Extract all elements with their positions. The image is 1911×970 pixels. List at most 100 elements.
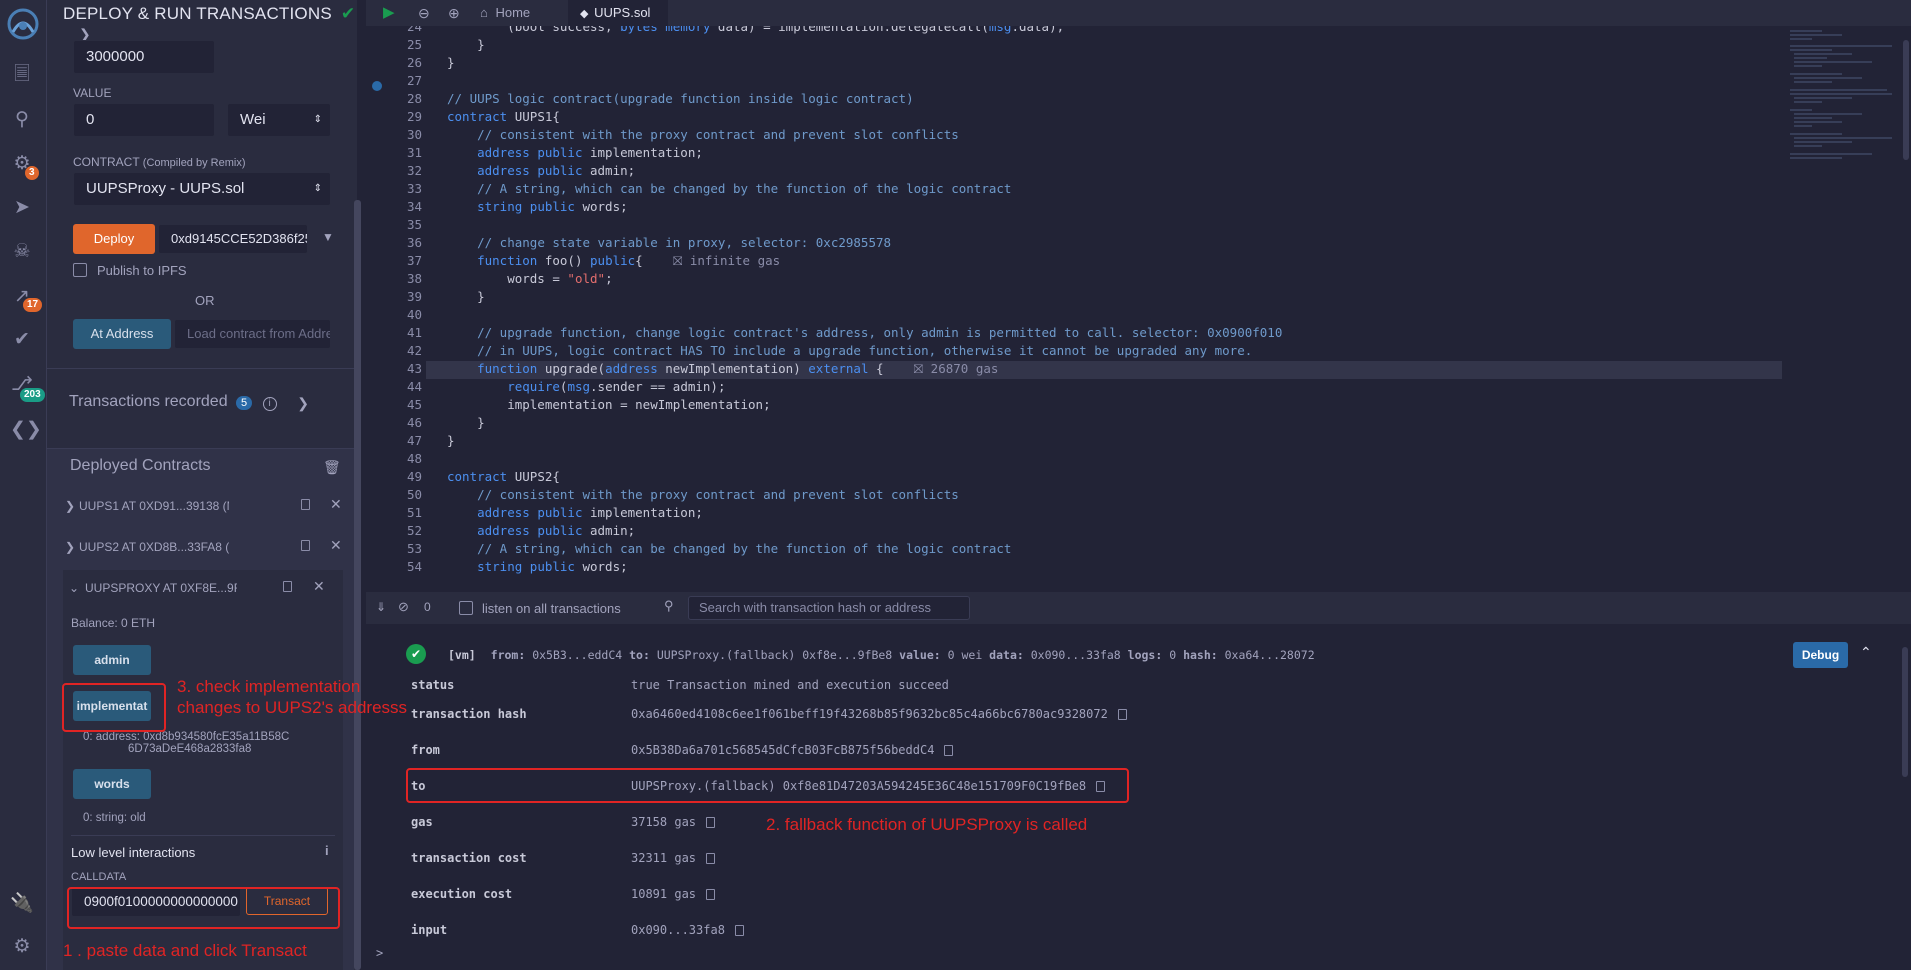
at-address-button[interactable]: At Address <box>73 319 171 349</box>
copy-icon[interactable] <box>706 889 716 900</box>
chevron-down-icon[interactable]: ⌄ <box>69 581 79 595</box>
code-line: } <box>447 289 485 304</box>
code-line: } <box>447 415 485 430</box>
terminal-search-input[interactable]: Search with transaction hash or address <box>688 596 970 620</box>
tx-detail-value: 0xa6460ed4108c6ee1f061beff19f43268b85f96… <box>631 707 1127 721</box>
remix-logo-icon[interactable] <box>5 6 41 42</box>
clear-icon[interactable]: ⊘ <box>398 599 409 615</box>
annotation-step1: 1 . paste data and click Transact <box>63 941 307 960</box>
zoom-out-icon[interactable]: ⊖ <box>418 0 430 26</box>
collapse-icon[interactable]: ⇓ <box>376 600 386 614</box>
copy-icon[interactable] <box>706 817 716 828</box>
code-line: implementation = newImplementation; <box>447 397 771 412</box>
copy-icon[interactable] <box>944 745 954 756</box>
chevron-right-icon[interactable]: ❯ <box>65 499 75 513</box>
editor-tab-bar: ▶ ⊖ ⊕ ⌂ Home ◆ UUPS.sol ✕ <box>366 0 1911 47</box>
pending-count: 0 <box>424 600 431 614</box>
words-button[interactable]: words <box>73 769 151 799</box>
deploy-run-icon[interactable]: ➤ <box>10 196 34 220</box>
code-editor[interactable]: 24 (bool success, bytes memory data) = i… <box>366 26 1911 590</box>
copy-icon[interactable] <box>301 499 310 510</box>
line-number: 52 <box>406 523 422 538</box>
chevron-right-icon[interactable]: ❯ <box>297 395 309 412</box>
copy-icon[interactable] <box>283 581 292 592</box>
copy-icon[interactable] <box>1117 709 1127 720</box>
close-icon[interactable]: ✕ <box>313 578 325 595</box>
panel-title-text: DEPLOY & RUN TRANSACTIONS <box>63 4 332 23</box>
deploy-run-panel: DEPLOY & RUN TRANSACTIONS ✔ ❯ 3000000 VA… <box>47 0 357 970</box>
contract-select-value: UUPSProxy - UUPS.sol <box>86 180 245 197</box>
search-icon[interactable]: ⚲ <box>10 108 34 132</box>
tab-home[interactable]: ⌂ Home <box>480 0 530 26</box>
close-icon[interactable]: ✕ <box>330 496 342 513</box>
code-line: // in UUPS, logic contract HAS TO includ… <box>477 343 1253 358</box>
chevron-right-icon[interactable]: ❯ <box>65 540 75 554</box>
unit-test-icon[interactable]: ✔ <box>10 328 34 352</box>
solidity-file-icon: ◆ <box>580 8 589 20</box>
gas-limit-input[interactable]: 3000000 <box>73 40 215 74</box>
panel-scrollbar[interactable] <box>354 200 361 970</box>
deploy-args-input[interactable]: 0xd9145CCE52D386f254 <box>158 224 308 254</box>
debug-button[interactable]: Debug <box>1793 642 1848 668</box>
minimap[interactable] <box>1782 26 1902 586</box>
code-line: } <box>447 37 485 52</box>
transactions-recorded[interactable]: Transactions recorded 5 i ❯ <box>69 393 349 417</box>
transaction-summary[interactable]: [vm] from: 0x5B3...eddC4 to: UUPSProxy.(… <box>448 648 1315 662</box>
contract-instance-uups2[interactable]: ❯ UUPS2 AT 0XD8B...33FA8 (MEMO ✕ <box>65 532 345 562</box>
run-icon[interactable]: ▶ <box>383 0 395 26</box>
code-line: (bool success, bytes memory data) = impl… <box>447 26 1065 34</box>
calldata-label: CALLDATA <box>71 871 127 883</box>
low-level-label: Low level interactions <box>71 845 196 860</box>
code-line: } <box>447 55 455 70</box>
line-number: 26 <box>406 55 422 70</box>
plugin-manager-icon[interactable]: 🔌 <box>10 892 34 916</box>
listen-label: listen on all transactions <box>482 601 621 616</box>
code-line: address public admin; <box>477 163 636 178</box>
at-address-input[interactable]: Load contract from Address <box>174 319 331 349</box>
implementation-result-1: 0: address: 0xd8b934580fcE35a11B58C <box>83 731 290 743</box>
code-line: address public implementation; <box>477 145 703 160</box>
icon-panel: 🗏 ⚲ ⚙ 3 ➤ ☠ ↗ 17 ✔ ⎇ 203 ❮❯ 🔌 ⚙ <box>0 0 47 970</box>
tx-detail-value: 0x5B38Da6a701c568545dCfcB03FcB875f56bedd… <box>631 743 954 757</box>
contract-instance-uups1[interactable]: ❯ UUPS1 AT 0XD91...39138 (MEMO ✕ <box>65 491 345 521</box>
unit-select[interactable]: Wei ⇕ <box>227 103 331 137</box>
listen-checkbox[interactable] <box>459 601 473 615</box>
debugger-icon[interactable]: ☠ <box>10 240 34 264</box>
line-number: 33 <box>406 181 422 196</box>
value-input[interactable]: 0 <box>73 103 215 137</box>
code-line: words = "old"; <box>447 271 613 286</box>
copy-icon[interactable] <box>706 853 716 864</box>
line-number: 46 <box>406 415 422 430</box>
terminal-scrollbar[interactable] <box>1902 647 1908 777</box>
trash-icon[interactable]: 🗑 <box>323 459 341 476</box>
copy-icon[interactable] <box>734 925 744 936</box>
tab-uups-sol[interactable]: ◆ UUPS.sol ✕ <box>568 0 668 47</box>
code-icon[interactable]: ❮❯ <box>10 418 42 442</box>
tab-home-label: Home <box>495 5 531 20</box>
code-line: address public implementation; <box>477 505 703 520</box>
contract-instance-uupsproxy[interactable]: ⌄ UUPSPROXY AT 0XF8E...9FBE8 ( ✕ <box>63 573 343 603</box>
terminal-prompt[interactable]: > <box>376 946 383 960</box>
zoom-in-icon[interactable]: ⊕ <box>448 0 460 26</box>
file-explorer-icon[interactable]: 🗏 <box>10 63 34 87</box>
chevron-up-icon[interactable]: ⌃ <box>1860 644 1872 661</box>
copy-icon[interactable] <box>301 540 310 551</box>
line-number: 29 <box>406 109 422 124</box>
editor-scrollbar[interactable] <box>1903 40 1909 160</box>
line-number: 39 <box>406 289 422 304</box>
close-icon[interactable]: ✕ <box>330 537 342 554</box>
annotation-step3-line2: changes to UUPS2's addresss <box>177 698 408 717</box>
settings-icon[interactable]: ⚙ <box>10 935 34 959</box>
line-number: 34 <box>406 199 422 214</box>
chevron-down-icon[interactable]: ▼ <box>322 230 334 244</box>
deploy-button[interactable]: Deploy <box>73 224 155 254</box>
search-icon: ⚲ <box>664 598 674 613</box>
contract-select[interactable]: UUPSProxy - UUPS.sol ⇕ <box>73 172 331 206</box>
line-number: 53 <box>406 541 422 556</box>
tx-detail-value: 37158 gas <box>631 815 716 829</box>
code-line: function foo() public{ ⛝ infinite gas <box>477 253 781 268</box>
publish-ipfs-checkbox[interactable] <box>73 263 87 277</box>
tx-detail-value: 32311 gas <box>631 851 716 865</box>
code-line: address public admin; <box>477 523 636 538</box>
admin-button[interactable]: admin <box>73 645 151 675</box>
